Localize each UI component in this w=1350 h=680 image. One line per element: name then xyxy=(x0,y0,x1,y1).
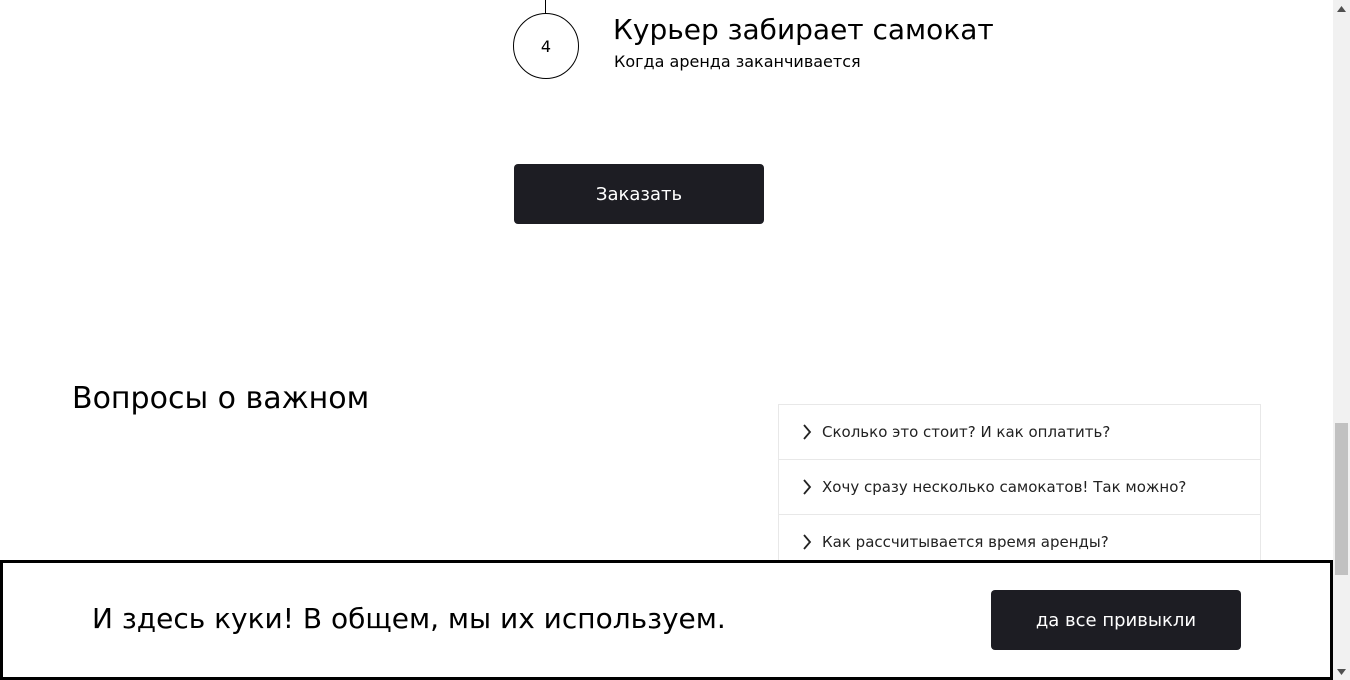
faq-item-multiple-scooters[interactable]: Хочу сразу несколько самокатов! Так можн… xyxy=(779,460,1260,515)
step-title: Курьер забирает самокат xyxy=(613,13,994,46)
page-viewport: 4 Курьер забирает самокат Когда аренда з… xyxy=(0,0,1333,680)
step-subtitle: Когда аренда заканчивается xyxy=(614,52,861,71)
cookie-banner-text: И здесь куки! В общем, мы их используем. xyxy=(92,602,726,635)
step-number: 4 xyxy=(540,36,552,56)
scroll-up-arrow-icon[interactable] xyxy=(1333,0,1350,17)
step-number-circle: 4 xyxy=(513,13,579,79)
vertical-scrollbar[interactable] xyxy=(1333,0,1350,680)
chevron-right-icon xyxy=(801,424,812,440)
faq-heading: Вопросы о важном xyxy=(72,381,370,416)
cookie-accept-button[interactable]: да все привыкли xyxy=(991,590,1241,650)
chevron-right-icon xyxy=(801,479,812,495)
scrollbar-thumb[interactable] xyxy=(1335,423,1348,575)
faq-question: Сколько это стоит? И как оплатить? xyxy=(822,423,1111,441)
chevron-right-icon xyxy=(801,534,812,550)
faq-question: Хочу сразу несколько самокатов! Так можн… xyxy=(822,478,1187,496)
scroll-down-arrow-icon[interactable] xyxy=(1333,663,1350,680)
faq-item-cost[interactable]: Сколько это стоит? И как оплатить? xyxy=(779,405,1260,460)
faq-accordion: Сколько это стоит? И как оплатить? Хочу … xyxy=(778,404,1261,570)
order-button[interactable]: Заказать xyxy=(514,164,764,224)
step-connector-line xyxy=(545,0,546,14)
faq-question: Как рассчитывается время аренды? xyxy=(822,533,1109,551)
cookie-banner: И здесь куки! В общем, мы их используем.… xyxy=(0,560,1333,680)
